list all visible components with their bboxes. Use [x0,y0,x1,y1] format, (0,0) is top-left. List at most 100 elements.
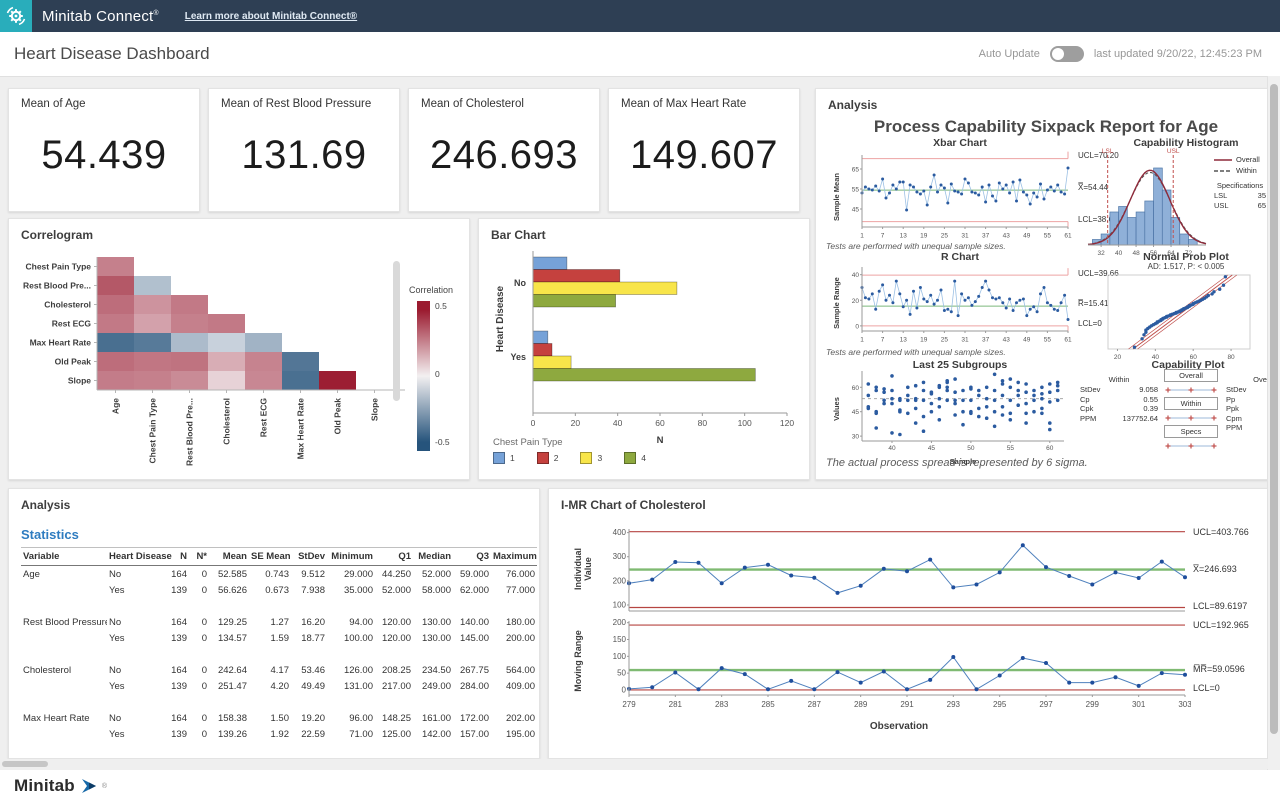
svg-text:400: 400 [613,528,627,537]
svg-text:37: 37 [982,337,990,344]
statistics-heading[interactable]: Statistics [21,527,79,542]
svg-text:Rest ECG: Rest ECG [259,398,269,438]
legend-item[interactable]: 4 [624,452,646,464]
svg-text:200: 200 [613,576,627,585]
svg-text:40: 40 [888,445,896,452]
panel-title: Correlogram [21,228,93,242]
stats-row: CholesterolNo1640242.644.1753.46126.0020… [21,662,537,678]
panel-title: Bar Chart [491,228,546,242]
stats-row: Rest Blood PressureNo1640129.251.2716.20… [21,614,537,630]
svg-text:55: 55 [852,187,860,194]
svg-text:48: 48 [1132,250,1140,257]
svg-text:37: 37 [982,233,990,240]
svg-text:45: 45 [928,445,936,452]
colorbar-tick-zero: 0 [435,369,440,379]
stats-column-header: Maximum [491,548,537,566]
svg-text:297: 297 [1039,700,1053,709]
stats-column-header: N* [189,548,209,566]
minitab-connect-logo-icon[interactable] [0,0,32,32]
statistics-table: VariableHeart DiseaseNN*MeanSE MeanStDev… [21,547,527,742]
svg-text:287: 287 [808,700,822,709]
legend-title: Chest Pain Type [493,437,646,448]
svg-text:N: N [657,435,664,446]
svg-text:Old Peak: Old Peak [333,398,343,435]
svg-text:31: 31 [961,337,969,344]
svg-text:25: 25 [941,233,949,240]
horizontal-scrollbar[interactable] [0,759,1268,769]
svg-text:55: 55 [1044,337,1052,344]
svg-text:19: 19 [920,337,928,344]
svg-text:300: 300 [613,552,627,561]
indiv-lcl-label: LCL=89.6197 [1193,601,1247,611]
svg-text:55: 55 [1007,445,1015,452]
kpi-value: 246.693 [409,133,599,178]
mr-ucl-label: UCL=192.965 [1193,620,1249,630]
minitab-footer-logo: Minitab [14,776,75,796]
stats-row: Yes139056.6260.6737.93835.00052.00058.00… [21,582,537,598]
colorbar-title: Correlation [409,285,453,295]
vertical-scrollbar-thumb[interactable] [1270,84,1278,734]
imr-chart-panel: I-MR Chart of Cholesterol Individual Val… [548,488,1274,759]
mr-y-axis-label: Moving Range [573,630,583,692]
histogram-legend: Overall Within Specifications LSL35 USL6… [1214,155,1266,210]
capability-box-within: Within [1164,397,1218,410]
mr-center-label: M̅R̅=59.0596 [1193,664,1245,674]
svg-text:293: 293 [947,700,961,709]
last25-y-axis-label: Values [832,397,841,421]
horizontal-scrollbar-thumb[interactable] [2,761,48,767]
statistics-table-grid: VariableHeart DiseaseNN*MeanSE MeanStDev… [21,547,537,742]
legend-swatch [493,452,505,464]
grouped-bar-chart: NoYes020406080100120N [485,247,803,452]
svg-text:285: 285 [761,700,775,709]
normal-prob-plot: 20406080 [1100,271,1258,368]
statistics-analysis-panel: Analysis Statistics VariableHeart Diseas… [8,488,540,759]
panel-title: Analysis [828,98,877,112]
stats-row: Yes1390251.474.2049.49131.00217.00249.00… [21,678,537,694]
svg-text:61: 61 [1064,233,1072,240]
svg-text:19: 19 [920,233,928,240]
panel-title: Analysis [21,498,70,512]
legend-item[interactable]: 1 [493,452,515,464]
indiv-ucl-label: UCL=403.766 [1193,527,1249,537]
legend-swatch [537,452,549,464]
svg-text:60: 60 [852,385,860,392]
svg-text:Rest Blood Pre...: Rest Blood Pre... [23,281,91,291]
stats-column-header: Q3 [453,548,491,566]
r-chart: 0204017131925313743495561 [842,261,1074,354]
capability-within-stats: Within StDev9.058 Cp0.55 Cpk0.39 PPM1377… [1080,375,1158,423]
stats-column-header: StDev [291,548,327,566]
svg-text:40: 40 [1115,250,1123,257]
learn-more-link[interactable]: Learn more about Minitab Connect® [185,11,357,22]
kpi-card-mean-rest-bp: Mean of Rest Blood Pressure 131.69 [208,88,400,212]
svg-text:100: 100 [613,600,627,609]
auto-update-toggle[interactable] [1050,46,1084,62]
panel-title: I-MR Chart of Cholesterol [561,498,706,512]
vertical-scrollbar[interactable] [1267,76,1280,770]
legend-swatch [580,452,592,464]
svg-text:0: 0 [622,685,627,694]
svg-text:150: 150 [613,635,627,644]
heatmap-scrollbar[interactable] [393,261,400,401]
stats-column-header: Q1 [375,548,413,566]
svg-text:43: 43 [1003,337,1011,344]
kpi-card-mean-max-hr: Mean of Max Heart Rate 149.607 [608,88,800,212]
xbar-note: Tests are performed with unequal sample … [826,241,1006,251]
xbar-chart: 45556517131925313743495561 [842,149,1074,250]
svg-text:30: 30 [852,434,860,441]
minitab-chevron-icon [80,777,102,795]
legend-item[interactable]: 3 [580,452,602,464]
bar-chart-legend: Chest Pain Type 1 2 3 4 [493,437,646,464]
bar-chart-panel: Bar Chart Heart Disease NoYes02040608010… [478,218,810,480]
svg-text:Max Heart Rate: Max Heart Rate [296,398,306,460]
correlogram-panel: Correlogram Chest Pain TypeRest Blood Pr… [8,218,470,480]
imr-x-axis-label: Observation [799,721,999,732]
colorbar [417,301,430,451]
capability-box-overall: Overall [1164,369,1218,382]
svg-text:60: 60 [655,418,665,428]
toggle-knob [1052,48,1064,60]
svg-text:291: 291 [900,700,914,709]
svg-text:283: 283 [715,700,729,709]
svg-text:120: 120 [780,418,794,428]
svg-text:Slope: Slope [68,376,91,386]
legend-item[interactable]: 2 [537,452,559,464]
